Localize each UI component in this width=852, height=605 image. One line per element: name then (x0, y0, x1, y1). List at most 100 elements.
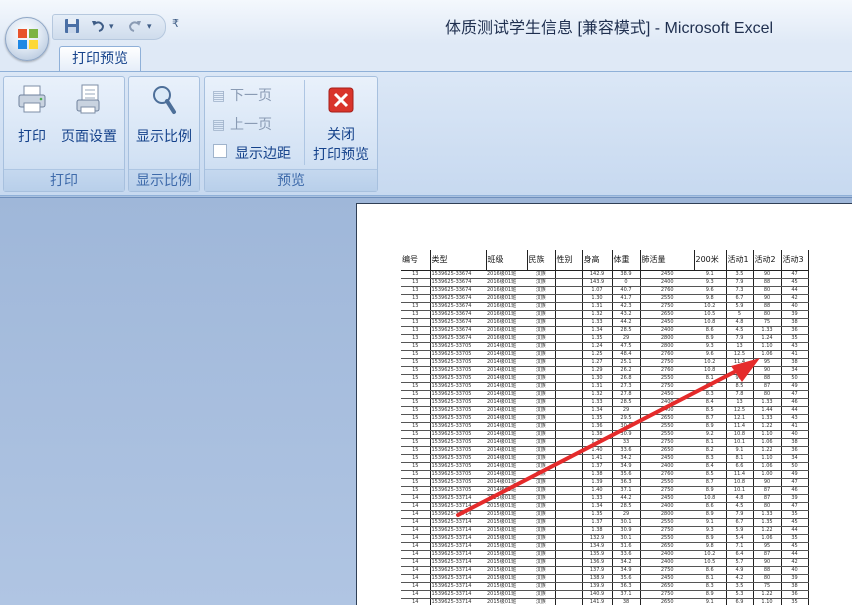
column-header: 编号 (401, 250, 431, 271)
table-cell: 35 (781, 510, 809, 519)
table-cell: 10.8 (726, 430, 754, 439)
table-cell: 1539625-33674 (430, 286, 486, 295)
table-cell: 1539625-33705 (430, 414, 486, 423)
table-cell: 40 (781, 430, 809, 439)
table-cell: 2015级01班 (486, 542, 527, 551)
table-cell: 汉族 (527, 590, 556, 599)
table-cell (555, 278, 583, 287)
undo-dropdown-icon[interactable]: ▾ (109, 18, 114, 36)
column-header: 体重 (612, 250, 641, 271)
table-cell: 8.6 (694, 566, 727, 575)
table-cell: 5.9 (726, 302, 754, 311)
undo-icon[interactable] (90, 18, 106, 36)
table-cell: 10.5 (694, 558, 727, 567)
table-cell: 15 (401, 358, 431, 367)
table-row: 15 1539625-33705 2014级01班 汉族 1.25 48.4 2760 9.6… (401, 350, 809, 359)
table-cell (555, 598, 583, 605)
table-cell: 2750 (640, 302, 694, 311)
table-cell: 1.31 (582, 302, 613, 311)
previous-page-button[interactable]: ▤ 上一页 (212, 114, 272, 134)
table-cell: 2014级01班 (486, 366, 527, 375)
table-row: 15 1539625-33705 2014级01班 汉族 1.30 26.8 2550 8.1… (401, 374, 809, 383)
table-cell: 75 (753, 582, 782, 591)
table-cell: 47 (781, 502, 809, 511)
table-cell: 30.1 (612, 422, 641, 431)
table-cell: 15 (401, 462, 431, 471)
redo-icon[interactable] (127, 18, 143, 36)
table-cell: 1539625-33674 (430, 278, 486, 287)
table-cell: 8.2 (694, 446, 727, 455)
zoom-button[interactable]: 显示比例 (133, 83, 195, 146)
show-margins-checkbox[interactable] (213, 144, 227, 158)
table-cell: 9.8 (694, 542, 727, 551)
table-cell: 14 (401, 502, 431, 511)
table-cell: 13 (401, 270, 431, 279)
table-cell: 2016级01班 (486, 318, 527, 327)
table-cell: 2015级01班 (486, 566, 527, 575)
office-button[interactable] (5, 17, 49, 61)
table-cell: 3.5 (726, 582, 754, 591)
table-cell: 汉族 (527, 566, 556, 575)
table-cell: 15 (401, 470, 431, 479)
table-cell: 汉族 (527, 358, 556, 367)
table-cell: 2750 (640, 566, 694, 575)
table-cell: 13 (401, 278, 431, 287)
table-cell: 88 (753, 302, 782, 311)
table-row: 14 1539625-33714 2015级01班 汉族 139.9 36.3 2650 8.… (401, 582, 809, 591)
table-cell: 2014级01班 (486, 470, 527, 479)
table-cell: 2450 (640, 318, 694, 327)
table-cell: 8.4 (694, 462, 727, 471)
table-cell (555, 310, 583, 319)
table-cell: 2016级01班 (486, 270, 527, 279)
table-cell: 2015级01班 (486, 550, 527, 559)
table-cell: 1.25 (582, 350, 613, 359)
tab-print-preview[interactable]: 打印预览 (59, 46, 141, 73)
table-cell: 汉族 (527, 366, 556, 375)
close-icon (328, 87, 354, 113)
next-page-button[interactable]: ▤ 下一页 (212, 85, 272, 105)
table-cell: 2014级01班 (486, 414, 527, 423)
table-cell: 汉族 (527, 446, 556, 455)
table-cell: 汉族 (527, 310, 556, 319)
redo-dropdown-icon[interactable]: ▾ (147, 18, 152, 36)
table-cell: 5 (726, 310, 754, 319)
table-cell: 5.4 (726, 534, 754, 543)
column-header: 性别 (555, 250, 583, 271)
table-row: 15 1539625-33705 2014级01班 汉族 1.29 26.2 2760 10.… (401, 366, 809, 375)
preview-page[interactable]: 编号 类型 班级 民族 性别 身高 体重 肺活量 200米 活动1 活动2 活动3 13 1539625… (356, 203, 852, 605)
table-cell: 132.9 (582, 534, 613, 543)
save-icon[interactable] (64, 18, 80, 36)
table-cell: 14 (401, 518, 431, 527)
table-cell: 26.2 (612, 366, 641, 375)
table-cell: 汉族 (527, 334, 556, 343)
table-cell: 1539625-33714 (430, 542, 486, 551)
table-cell: 1.06 (753, 534, 782, 543)
table-cell: 34.2 (612, 558, 641, 567)
table-cell: 87 (753, 550, 782, 559)
table-cell: 8.9 (694, 590, 727, 599)
print-button[interactable]: 打印 (12, 83, 52, 146)
table-cell: 2015级01班 (486, 598, 527, 605)
table-cell: 8.3 (694, 454, 727, 463)
close-print-preview-button[interactable]: 关闭 打印预览 (308, 86, 374, 164)
customize-qat-icon[interactable]: ₹ (172, 17, 179, 30)
table-cell (555, 358, 583, 367)
table-cell: 2550 (640, 294, 694, 303)
table-cell: 8.9 (694, 510, 727, 519)
table-cell (555, 574, 583, 583)
table-cell: 30.1 (612, 518, 641, 527)
table-cell: 14 (401, 534, 431, 543)
table-cell (555, 534, 583, 543)
table-cell: 8.3 (694, 582, 727, 591)
page-setup-button[interactable]: 页面设置 (58, 83, 120, 146)
table-cell: 88 (753, 566, 782, 575)
table-row: 15 1539625-33705 2014级01班 汉族 1.39 33 2750 8.1 10… (401, 438, 809, 447)
table-row: 14 1539625-33714 2015级01班 汉族 1.35 29 2800 8.9 7.… (401, 510, 809, 519)
table-cell: 1.35 (753, 518, 782, 527)
table-cell: 29 (612, 334, 641, 343)
table-cell: 49 (781, 382, 809, 391)
table-cell: 汉族 (527, 558, 556, 567)
table-cell: 10.2 (694, 550, 727, 559)
table-cell: 2650 (640, 582, 694, 591)
table-cell: 1.06 (753, 350, 782, 359)
